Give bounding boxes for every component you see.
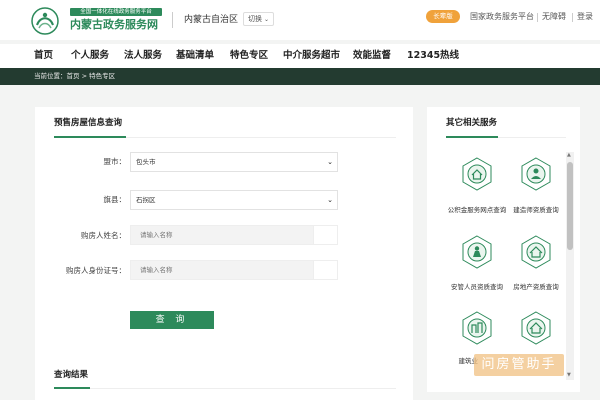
breadcrumb-home[interactable]: 首页 bbox=[67, 72, 80, 80]
chevron-down-icon: ⌄ bbox=[264, 16, 270, 23]
query-button[interactable]: 查 询 bbox=[130, 311, 214, 329]
national-platform-link[interactable]: 国家政务服务平台 bbox=[470, 11, 534, 23]
county-select-value: 石拐区 bbox=[136, 196, 156, 204]
site-logo[interactable]: 全国一体化在线政务服务平台 内蒙古政务服务网 bbox=[30, 6, 162, 36]
top-link-divider bbox=[572, 13, 573, 22]
buyer-id-label: 购房人身份证号： bbox=[66, 266, 126, 275]
buyer-id-input[interactable]: 请输入名称 bbox=[130, 260, 314, 280]
related-title-divider bbox=[498, 137, 566, 138]
watermark-overlay: 问房管助手 bbox=[474, 354, 564, 376]
results-title: 查询结果 bbox=[54, 370, 89, 380]
service-label[interactable]: 房地产资质查询 bbox=[505, 282, 567, 292]
breadcrumb-current: 特色专区 bbox=[89, 72, 116, 80]
service-label[interactable]: 公积金服务网点查询 bbox=[446, 205, 508, 215]
nav-item-basic-list[interactable]: 基础清单 bbox=[176, 49, 214, 63]
house-fund-icon[interactable] bbox=[460, 157, 494, 191]
region-name: 内蒙古自治区 bbox=[184, 15, 239, 25]
main-nav: 首页 个人服务 法人服务 基础清单 特色专区 中介服务超市 效能监督 12345… bbox=[0, 44, 600, 68]
related-services-panel bbox=[427, 107, 580, 392]
nav-item-supervision[interactable]: 效能监督 bbox=[353, 49, 391, 63]
scroll-up-icon[interactable]: ▲ bbox=[567, 152, 571, 158]
county-label: 旗县： bbox=[103, 195, 127, 204]
breadcrumb-separator: > bbox=[81, 72, 88, 80]
buyer-name-input-tail[interactable] bbox=[313, 225, 338, 245]
city-label: 盟市： bbox=[103, 157, 127, 166]
emblem-logo-icon bbox=[31, 7, 59, 35]
title-underline bbox=[54, 136, 126, 138]
nav-item-agency-market[interactable]: 中介服务超市 bbox=[283, 49, 340, 63]
logo-title: 内蒙古政务服务网 bbox=[70, 18, 158, 31]
breadcrumb-text: 当前位置：首页 > 特色专区 bbox=[34, 71, 115, 82]
nav-item-legal-entity[interactable]: 法人服务 bbox=[124, 49, 162, 63]
related-title-underline bbox=[446, 136, 498, 138]
chevron-down-icon: ⌄ bbox=[327, 196, 333, 204]
login-link[interactable]: 登录 bbox=[577, 11, 593, 23]
title-divider bbox=[126, 137, 396, 138]
chevron-down-icon: ⌄ bbox=[327, 158, 333, 166]
elder-mode-button[interactable]: 长辈版 bbox=[426, 10, 460, 23]
construction-icon[interactable] bbox=[460, 311, 494, 345]
query-form-title: 预售房屋信息查询 bbox=[54, 118, 123, 128]
builder-icon[interactable] bbox=[519, 157, 553, 191]
accessibility-link[interactable]: 无障碍 bbox=[542, 11, 566, 23]
switch-label: 切换 bbox=[248, 15, 262, 23]
top-link-divider bbox=[537, 13, 538, 22]
scroll-down-icon[interactable]: ▼ bbox=[567, 372, 571, 378]
city-select-value: 包头市 bbox=[136, 158, 156, 166]
nav-item-hotline[interactable]: 12345热线 bbox=[407, 49, 459, 63]
top-header: 全国一体化在线政务服务平台 内蒙古政务服务网 内蒙古自治区 切换 ⌄ 长辈版 国家… bbox=[0, 0, 600, 40]
breadcrumb: 当前位置：首页 > 特色专区 bbox=[0, 68, 600, 85]
related-scrollbar-thumb[interactable] bbox=[567, 162, 573, 250]
results-title-underline bbox=[54, 387, 90, 389]
service-label[interactable]: 建筑业 bbox=[418, 356, 479, 366]
service-label[interactable]: 建造师资质查询 bbox=[505, 205, 567, 215]
nav-item-home[interactable]: 首页 bbox=[34, 49, 53, 63]
related-services-title: 其它相关服务 bbox=[446, 118, 498, 128]
county-select[interactable]: 石拐区 ⌄ bbox=[130, 190, 338, 210]
query-panel bbox=[35, 107, 413, 400]
region-switch-button[interactable]: 切换 ⌄ bbox=[243, 12, 275, 26]
nav-item-featured[interactable]: 特色专区 bbox=[230, 49, 268, 63]
results-divider bbox=[90, 388, 396, 389]
logo-slogan: 全国一体化在线政务服务平台 bbox=[70, 8, 162, 16]
real-estate-icon[interactable] bbox=[519, 235, 553, 269]
buyer-name-label: 购房人姓名： bbox=[81, 231, 126, 240]
city-select[interactable]: 包头市 ⌄ bbox=[130, 152, 338, 172]
breadcrumb-prefix: 当前位置： bbox=[34, 72, 67, 80]
buyer-id-input-tail[interactable] bbox=[313, 260, 338, 280]
header-divider bbox=[172, 12, 173, 28]
safety-manager-icon[interactable] bbox=[460, 235, 494, 269]
buyer-name-input[interactable]: 请输入名称 bbox=[130, 225, 314, 245]
service-label[interactable]: 安管人员资质查询 bbox=[446, 282, 508, 292]
nav-item-personal[interactable]: 个人服务 bbox=[71, 49, 109, 63]
building-icon[interactable] bbox=[519, 311, 553, 345]
